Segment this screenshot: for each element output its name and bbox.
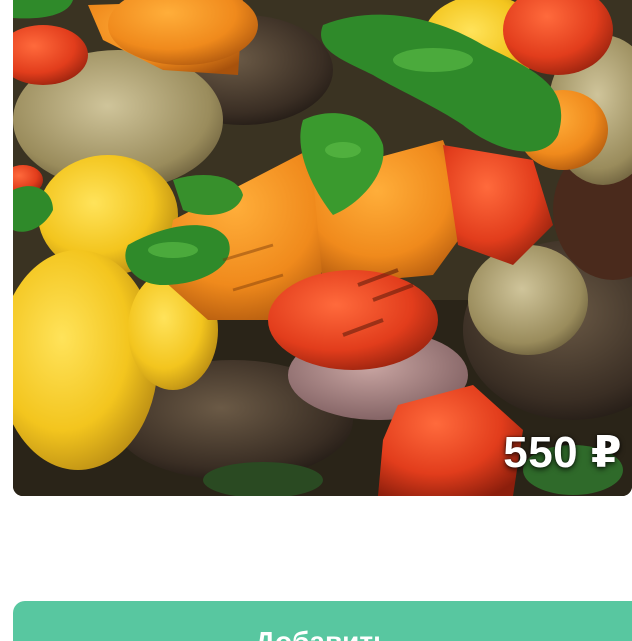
price-label: 550 ₽	[503, 428, 622, 477]
product-card: 550 ₽ Добавить	[0, 0, 632, 641]
grilled-vegetables-photo-icon	[13, 0, 632, 496]
product-photo[interactable]: 550 ₽	[13, 0, 632, 496]
add-to-cart-button[interactable]: Добавить	[13, 601, 632, 641]
